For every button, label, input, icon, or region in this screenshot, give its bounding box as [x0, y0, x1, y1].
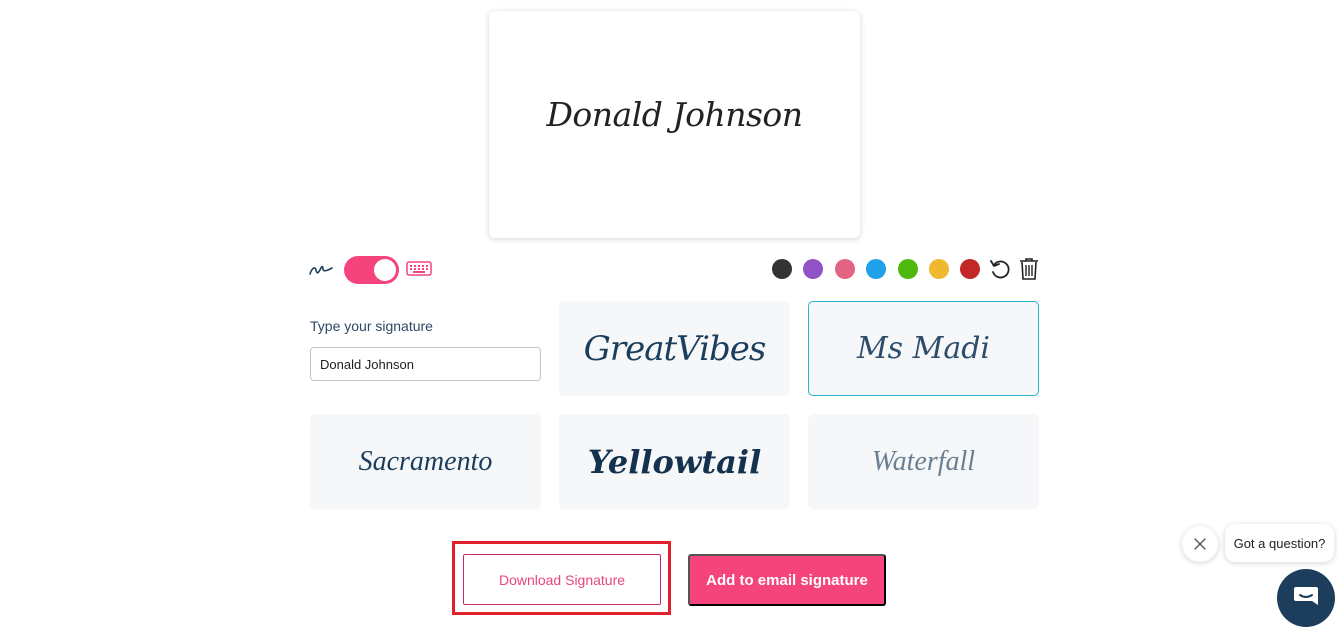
color-swatch[interactable] [929, 259, 949, 279]
download-signature-button[interactable]: Download Signature [463, 554, 661, 605]
chat-prompt-bubble[interactable]: Got a question? [1225, 524, 1334, 562]
chat-dismiss-button[interactable] [1182, 526, 1218, 562]
font-option-sacramento[interactable]: Sacramento [310, 414, 541, 509]
font-option-label: Ms Madi [856, 331, 991, 366]
font-option-yellowtail[interactable]: Yellowtail [559, 414, 790, 509]
color-swatch[interactable] [866, 259, 887, 279]
toggle-knob [374, 259, 396, 281]
font-option-label: Waterfall [871, 445, 976, 477]
keyboard-icon[interactable] [406, 261, 432, 281]
close-icon [1194, 538, 1206, 550]
color-swatch[interactable] [960, 259, 981, 279]
color-swatch[interactable] [803, 259, 824, 279]
font-option-ms-madi[interactable]: Ms Madi [808, 301, 1039, 396]
font-option-greatvibes[interactable]: GreatVibes [559, 301, 790, 396]
color-swatch[interactable] [834, 259, 855, 279]
font-option-label: Sacramento [358, 445, 493, 477]
font-option-label: Yellowtail [587, 442, 762, 481]
font-option-label: GreatVibes [583, 328, 767, 369]
color-swatch[interactable] [772, 259, 792, 279]
type-signature-label: Type your signature [310, 318, 433, 334]
chat-icon [1294, 587, 1318, 605]
signature-text-input[interactable] [310, 347, 541, 381]
add-to-email-signature-button[interactable]: Add to email signature [688, 554, 886, 606]
color-swatch[interactable] [897, 259, 918, 279]
font-option-waterfall[interactable]: Waterfall [808, 414, 1039, 509]
chat-launcher-button[interactable] [1277, 569, 1335, 627]
undo-icon[interactable] [989, 258, 1011, 284]
trash-icon[interactable] [1018, 257, 1040, 285]
draw-type-toggle[interactable] [344, 256, 399, 284]
signature-preview: Donald Johnson [489, 11, 860, 238]
draw-mode-icon[interactable] [308, 258, 334, 284]
signature-preview-text: Donald Johnson [546, 95, 803, 134]
